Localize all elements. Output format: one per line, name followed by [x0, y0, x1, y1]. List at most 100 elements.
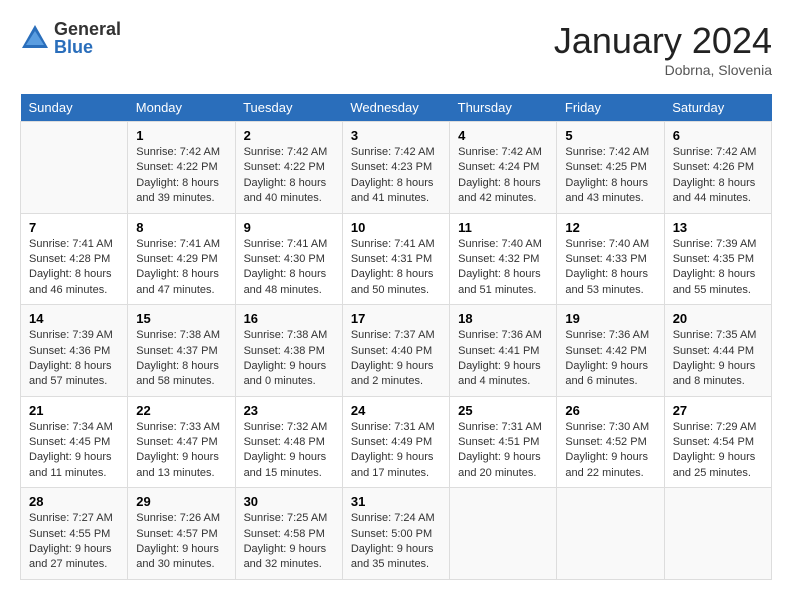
- day-number: 10: [351, 220, 441, 235]
- day-info: Sunrise: 7:42 AM Sunset: 4:26 PM Dayligh…: [673, 145, 763, 207]
- calendar-cell: [21, 122, 128, 214]
- day-info: Sunrise: 7:36 AM Sunset: 4:41 PM Dayligh…: [458, 328, 548, 390]
- calendar-cell: 2Sunrise: 7:42 AM Sunset: 4:22 PM Daylig…: [235, 122, 342, 214]
- day-info: Sunrise: 7:26 AM Sunset: 4:57 PM Dayligh…: [136, 511, 226, 573]
- calendar-cell: 24 Sunrise: 7:31 AM Sunset: 4:49 PM Dayli…: [342, 396, 449, 488]
- calendar-cell: 10 Sunrise: 7:41 AM Sunset: 4:31 PM Dayli…: [342, 213, 449, 305]
- calendar-cell: 12 Sunrise: 7:40 AM Sunset: 4:33 PM Dayli…: [557, 213, 664, 305]
- col-wednesday: Wednesday: [342, 94, 449, 122]
- calendar-cell: 15Sunrise: 7:38 AM Sunset: 4:37 PM Dayli…: [128, 305, 235, 397]
- day-number: 20: [673, 311, 763, 326]
- week-row: 7Sunrise: 7:41 AM Sunset: 4:28 PM Daylig…: [21, 213, 772, 305]
- day-number: 9: [244, 220, 334, 235]
- logo-icon: [20, 23, 50, 53]
- day-number: 17: [351, 311, 441, 326]
- day-info: Sunrise: 7:27 AM Sunset: 4:55 PM Dayligh…: [29, 511, 119, 573]
- logo-blue: Blue: [54, 38, 121, 56]
- calendar-cell: 13Sunrise: 7:39 AM Sunset: 4:35 PM Dayli…: [664, 213, 771, 305]
- calendar-cell: 14Sunrise: 7:39 AM Sunset: 4:36 PM Dayli…: [21, 305, 128, 397]
- calendar-cell: 20 Sunrise: 7:35 AM Sunset: 4:44 PM Dayli…: [664, 305, 771, 397]
- col-thursday: Thursday: [450, 94, 557, 122]
- calendar-cell: 5Sunrise: 7:42 AM Sunset: 4:25 PM Daylig…: [557, 122, 664, 214]
- day-number: 28: [29, 494, 119, 509]
- day-number: 4: [458, 128, 548, 143]
- calendar-cell: 9Sunrise: 7:41 AM Sunset: 4:30 PM Daylig…: [235, 213, 342, 305]
- calendar-cell: 31 Sunrise: 7:24 AM Sunset: 5:00 PM Dayli…: [342, 488, 449, 580]
- month-title: January 2024: [554, 20, 772, 62]
- day-info: Sunrise: 7:31 AM Sunset: 4:51 PM Dayligh…: [458, 420, 548, 482]
- day-number: 23: [244, 403, 334, 418]
- day-info: Sunrise: 7:33 AM Sunset: 4:47 PM Dayligh…: [136, 420, 226, 482]
- day-number: 8: [136, 220, 226, 235]
- day-number: 24: [351, 403, 441, 418]
- calendar-cell: 16 Sunrise: 7:38 AM Sunset: 4:38 PM Dayli…: [235, 305, 342, 397]
- calendar-cell: 23 Sunrise: 7:32 AM Sunset: 4:48 PM Dayli…: [235, 396, 342, 488]
- col-tuesday: Tuesday: [235, 94, 342, 122]
- day-info: Sunrise: 7:37 AM Sunset: 4:40 PM Dayligh…: [351, 328, 441, 390]
- day-number: 27: [673, 403, 763, 418]
- calendar-cell: 11 Sunrise: 7:40 AM Sunset: 4:32 PM Dayli…: [450, 213, 557, 305]
- logo-general: General: [54, 20, 121, 38]
- day-number: 31: [351, 494, 441, 509]
- day-number: 11: [458, 220, 548, 235]
- header-row: Sunday Monday Tuesday Wednesday Thursday…: [21, 94, 772, 122]
- week-row: 1Sunrise: 7:42 AM Sunset: 4:22 PM Daylig…: [21, 122, 772, 214]
- day-number: 13: [673, 220, 763, 235]
- logo: General Blue: [20, 20, 121, 56]
- day-number: 12: [565, 220, 655, 235]
- calendar-cell: 21Sunrise: 7:34 AM Sunset: 4:45 PM Dayli…: [21, 396, 128, 488]
- calendar-cell: 29 Sunrise: 7:26 AM Sunset: 4:57 PM Dayli…: [128, 488, 235, 580]
- day-info: Sunrise: 7:32 AM Sunset: 4:48 PM Dayligh…: [244, 420, 334, 482]
- day-info: Sunrise: 7:24 AM Sunset: 5:00 PM Dayligh…: [351, 511, 441, 573]
- location: Dobrna, Slovenia: [554, 62, 772, 78]
- day-number: 18: [458, 311, 548, 326]
- calendar-cell: 7Sunrise: 7:41 AM Sunset: 4:28 PM Daylig…: [21, 213, 128, 305]
- day-info: Sunrise: 7:36 AM Sunset: 4:42 PM Dayligh…: [565, 328, 655, 390]
- week-row: 14Sunrise: 7:39 AM Sunset: 4:36 PM Dayli…: [21, 305, 772, 397]
- calendar-cell: 18 Sunrise: 7:36 AM Sunset: 4:41 PM Dayli…: [450, 305, 557, 397]
- calendar-cell: 6Sunrise: 7:42 AM Sunset: 4:26 PM Daylig…: [664, 122, 771, 214]
- week-row: 28 Sunrise: 7:27 AM Sunset: 4:55 PM Dayli…: [21, 488, 772, 580]
- day-info: Sunrise: 7:35 AM Sunset: 4:44 PM Dayligh…: [673, 328, 763, 390]
- day-number: 14: [29, 311, 119, 326]
- calendar-cell: 3Sunrise: 7:42 AM Sunset: 4:23 PM Daylig…: [342, 122, 449, 214]
- calendar-cell: 28 Sunrise: 7:27 AM Sunset: 4:55 PM Dayli…: [21, 488, 128, 580]
- calendar-body: 1Sunrise: 7:42 AM Sunset: 4:22 PM Daylig…: [21, 122, 772, 580]
- logo-text: General Blue: [54, 20, 121, 56]
- day-number: 21: [29, 403, 119, 418]
- col-sunday: Sunday: [21, 94, 128, 122]
- day-info: Sunrise: 7:38 AM Sunset: 4:38 PM Dayligh…: [244, 328, 334, 390]
- calendar-cell: 25Sunrise: 7:31 AM Sunset: 4:51 PM Dayli…: [450, 396, 557, 488]
- calendar-header: Sunday Monday Tuesday Wednesday Thursday…: [21, 94, 772, 122]
- title-block: January 2024 Dobrna, Slovenia: [554, 20, 772, 78]
- day-number: 2: [244, 128, 334, 143]
- day-number: 29: [136, 494, 226, 509]
- day-number: 30: [244, 494, 334, 509]
- day-info: Sunrise: 7:40 AM Sunset: 4:32 PM Dayligh…: [458, 237, 548, 299]
- day-number: 26: [565, 403, 655, 418]
- col-monday: Monday: [128, 94, 235, 122]
- col-saturday: Saturday: [664, 94, 771, 122]
- day-info: Sunrise: 7:29 AM Sunset: 4:54 PM Dayligh…: [673, 420, 763, 482]
- calendar-table: Sunday Monday Tuesday Wednesday Thursday…: [20, 94, 772, 580]
- calendar-cell: 1Sunrise: 7:42 AM Sunset: 4:22 PM Daylig…: [128, 122, 235, 214]
- day-number: 15: [136, 311, 226, 326]
- calendar-cell: 4Sunrise: 7:42 AM Sunset: 4:24 PM Daylig…: [450, 122, 557, 214]
- day-number: 22: [136, 403, 226, 418]
- day-info: Sunrise: 7:42 AM Sunset: 4:22 PM Dayligh…: [136, 145, 226, 207]
- calendar-cell: [557, 488, 664, 580]
- day-info: Sunrise: 7:30 AM Sunset: 4:52 PM Dayligh…: [565, 420, 655, 482]
- day-number: 19: [565, 311, 655, 326]
- calendar-cell: [450, 488, 557, 580]
- day-number: 16: [244, 311, 334, 326]
- day-info: Sunrise: 7:40 AM Sunset: 4:33 PM Dayligh…: [565, 237, 655, 299]
- week-row: 21Sunrise: 7:34 AM Sunset: 4:45 PM Dayli…: [21, 396, 772, 488]
- calendar-cell: 27 Sunrise: 7:29 AM Sunset: 4:54 PM Dayli…: [664, 396, 771, 488]
- day-info: Sunrise: 7:31 AM Sunset: 4:49 PM Dayligh…: [351, 420, 441, 482]
- day-number: 7: [29, 220, 119, 235]
- calendar-cell: 30Sunrise: 7:25 AM Sunset: 4:58 PM Dayli…: [235, 488, 342, 580]
- day-info: Sunrise: 7:41 AM Sunset: 4:31 PM Dayligh…: [351, 237, 441, 299]
- col-friday: Friday: [557, 94, 664, 122]
- page-header: General Blue January 2024 Dobrna, Sloven…: [20, 20, 772, 78]
- calendar-cell: 26 Sunrise: 7:30 AM Sunset: 4:52 PM Dayli…: [557, 396, 664, 488]
